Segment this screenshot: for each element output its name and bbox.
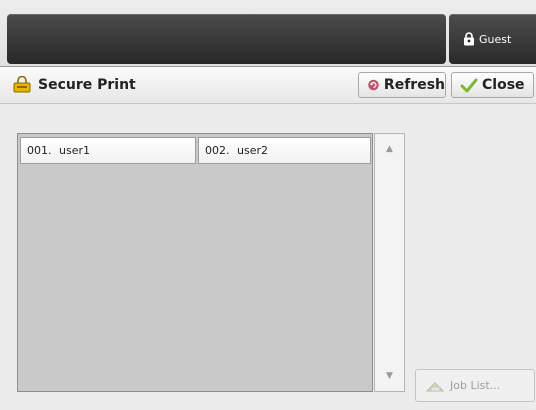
lock-icon <box>464 32 474 46</box>
job-list-label: Job List... <box>450 379 501 392</box>
check-icon <box>460 78 478 93</box>
list-item-user1[interactable]: 001. user1 <box>20 137 196 164</box>
chevron-down-icon: ▼ <box>386 371 393 381</box>
list-item-user2[interactable]: 002. user2 <box>198 137 371 164</box>
user-number: 001. <box>27 144 52 157</box>
job-list-button[interactable]: Job List... <box>415 369 535 402</box>
close-button[interactable]: Close <box>451 72 534 98</box>
title-bar: Secure Print Refresh Close <box>0 66 536 104</box>
user-name: user2 <box>237 144 268 157</box>
guest-login-button[interactable]: Guest <box>449 14 536 64</box>
guest-label: Guest <box>479 32 512 46</box>
user-name: user1 <box>59 144 90 157</box>
top-bar: Guest <box>0 0 536 66</box>
close-label: Close <box>482 77 525 93</box>
refresh-button[interactable]: Refresh <box>358 72 446 98</box>
scrollbar[interactable]: ▲ ▼ <box>374 133 405 392</box>
message-area <box>7 14 446 64</box>
chevron-up-icon: ▲ <box>386 144 393 154</box>
user-list: 001. user1 002. user2 <box>17 133 373 392</box>
user-number: 002. <box>205 144 230 157</box>
main-content: 001. user1 002. user2 ▲ ▼ Job List... <box>0 104 536 410</box>
secure-print-icon <box>13 75 31 97</box>
scroll-up-button[interactable]: ▲ <box>375 134 404 164</box>
refresh-label: Refresh <box>383 77 445 93</box>
scroll-down-button[interactable]: ▼ <box>375 361 404 391</box>
job-list-icon <box>426 381 444 391</box>
page-title: Secure Print <box>38 77 136 93</box>
refresh-icon <box>368 79 379 91</box>
